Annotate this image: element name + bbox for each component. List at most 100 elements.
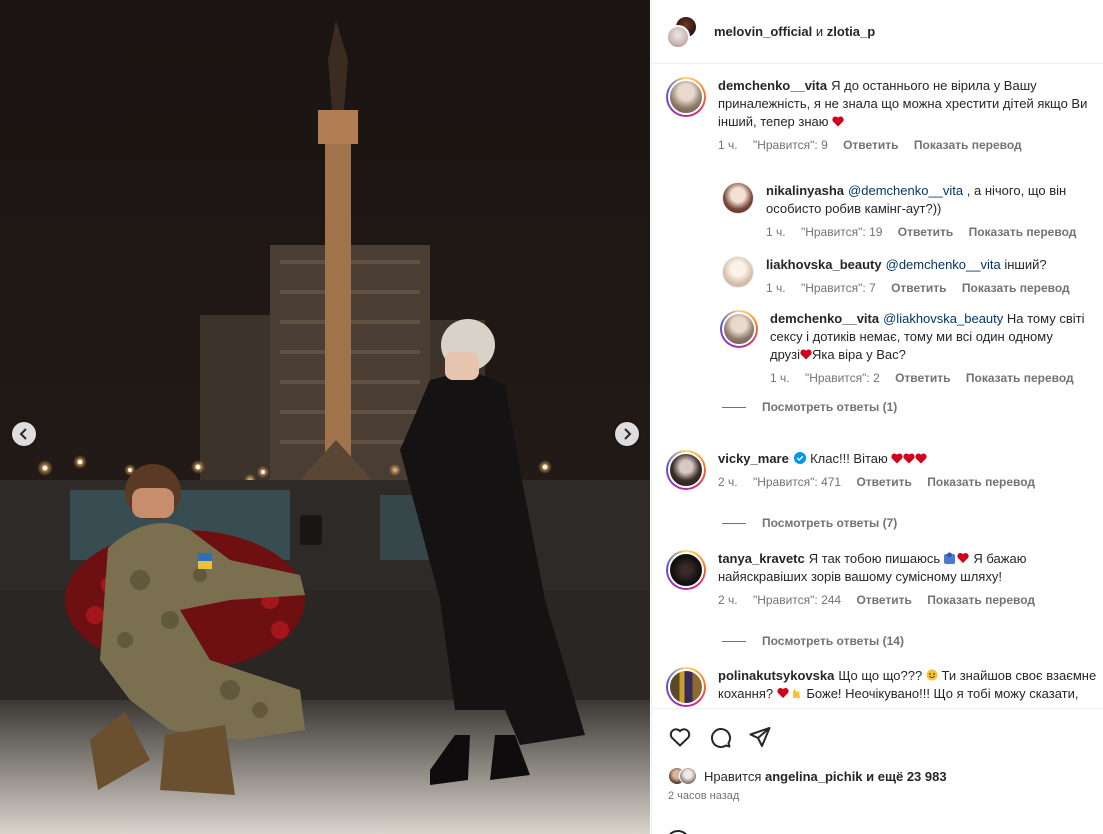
comment-line: друзі	[770, 347, 801, 362]
authors-conjunction: и	[815, 24, 824, 39]
comment-text: demchenko__vita Я до останнього не вірила…	[718, 77, 1098, 131]
coauthor-username[interactable]: zlotia_p	[827, 24, 875, 39]
reply-button[interactable]: Ответить	[843, 138, 898, 152]
reply-button[interactable]: Ответить	[898, 225, 953, 239]
translate-button[interactable]: Показать перевод	[962, 281, 1070, 295]
comment-text: vicky_mare Клас!!! Вітаю	[718, 450, 1098, 468]
likers-avatars[interactable]	[668, 767, 698, 785]
comment-line: найяскравіших зорів вашому сумісному шля…	[718, 569, 1002, 584]
smiling-face-emoji-icon	[926, 669, 938, 681]
current-user-avatar	[666, 830, 690, 834]
comment-mention[interactable]: @liakhovska_beauty	[883, 311, 1003, 326]
comment-time[interactable]: 2 ч.	[718, 593, 738, 607]
comment-time[interactable]: 1 ч.	[766, 281, 786, 295]
comment-line: сексу і дотиків немає, тому ми всі один …	[770, 329, 1053, 344]
previous-photo-button[interactable]	[12, 422, 36, 446]
comment-text: liakhovska_beauty @demchenko__vita інший?	[766, 256, 1103, 274]
comment-username[interactable]: vicky_mare	[718, 451, 789, 466]
verified-badge-icon	[794, 452, 807, 464]
comment-text: nikalinyasha @demchenko__vita , а нічого,…	[766, 182, 1103, 218]
view-replies-button[interactable]: Посмотреть ответы (1)	[722, 400, 897, 414]
comment-line: інший?	[1004, 257, 1047, 272]
comment-likes[interactable]: "Нравится": 19	[801, 225, 883, 239]
comment-time[interactable]: 2 ч.	[718, 475, 738, 489]
post-authors: melovin_official и zlotia_p	[714, 24, 875, 39]
comment-mention[interactable]: @demchenko__vita	[848, 183, 963, 198]
avatar[interactable]	[666, 77, 706, 117]
view-replies-button[interactable]: Посмотреть ответы (14)	[722, 634, 904, 648]
avatar	[666, 24, 690, 49]
paper-plane-icon[interactable]	[748, 725, 772, 749]
next-photo-button[interactable]	[615, 422, 639, 446]
reply-button[interactable]: Ответить	[856, 593, 911, 607]
comment-likes[interactable]: "Нравится": 2	[805, 371, 880, 385]
collab-avatars[interactable]	[666, 14, 700, 49]
comment-time[interactable]: 1 ч.	[770, 371, 790, 385]
comment-username[interactable]: demchenko__vita	[770, 311, 879, 326]
post-actions: Нравится angelina_pichik и ещё 23 983 2 …	[652, 708, 1103, 834]
reply-button[interactable]: Ответить	[891, 281, 946, 295]
comment-line: особисто робив камінг-аут?))	[766, 201, 942, 216]
comment-likes[interactable]: "Нравится": 7	[801, 281, 876, 295]
comment-text: demchenko__vita @liakhovska_beauty На том…	[770, 310, 1103, 364]
comment-reply: demchenko__vita @liakhovska_beauty На том…	[720, 310, 1103, 385]
reply-button[interactable]: Ответить	[895, 371, 950, 385]
comment-likes[interactable]: "Нравится": 471	[753, 475, 841, 489]
avatar[interactable]	[666, 550, 706, 590]
likes-prefix: Нравится	[704, 768, 762, 784]
translate-button[interactable]: Показать перевод	[927, 593, 1035, 607]
comment-line: Боже! Неочікувано!!! Що я тобі можу сказ…	[806, 686, 1079, 701]
translate-button[interactable]: Показать перевод	[927, 475, 1035, 489]
comment: polinakutsykovska Що що що??? Ти знайшов …	[666, 667, 1098, 707]
chevron-left-icon	[19, 428, 27, 440]
post-header: melovin_official и zlotia_p	[652, 0, 1103, 64]
reply-button[interactable]: Ответить	[856, 475, 911, 489]
comment-likes[interactable]: "Нравится": 9	[753, 138, 828, 152]
heart-and-hand-emoji-icon	[777, 688, 800, 698]
comment-line: Клас!!! Вітаю	[810, 451, 888, 466]
speech-bubble-icon[interactable]	[708, 725, 732, 749]
comment-time[interactable]: 1 ч.	[766, 225, 786, 239]
comment-text: tanya_kravetc Я так тобою пишаюсь Я бажаю…	[718, 550, 1098, 586]
avatar[interactable]	[722, 256, 754, 288]
comment-line: Що що що???	[838, 668, 923, 683]
comment-username[interactable]: polinakutsykovska	[718, 668, 834, 683]
translate-button[interactable]: Показать перевод	[914, 138, 1022, 152]
likes-count[interactable]: и ещё 23 983	[866, 769, 946, 784]
divider-line	[722, 522, 746, 524]
comment-mention[interactable]: @demchenko__vita	[886, 257, 1001, 272]
translate-button[interactable]: Показать перевод	[966, 371, 1074, 385]
likes-summary: Нравится angelina_pichik и ещё 23 983	[668, 767, 947, 785]
avatar[interactable]	[666, 450, 706, 490]
couple-and-heart-emoji-icon	[943, 552, 969, 564]
comment-line: кохання?	[718, 686, 774, 701]
author-username[interactable]: melovin_official	[714, 24, 812, 39]
comment-line: На тому світі	[1006, 311, 1085, 326]
avatar[interactable]	[722, 182, 754, 214]
avatar[interactable]	[666, 667, 706, 707]
comment-username[interactable]: tanya_kravetc	[718, 551, 805, 566]
comment: demchenko__vita Я до останнього не вірила…	[666, 77, 1098, 152]
comment-username[interactable]: demchenko__vita	[718, 78, 827, 93]
photo-scene	[0, 0, 650, 834]
heart-outline-icon[interactable]	[668, 725, 692, 749]
comment-time[interactable]: 1 ч.	[718, 138, 738, 152]
comment-reply: liakhovska_beauty @demchenko__vita інший?…	[722, 256, 1103, 295]
liker-username[interactable]: angelina_pichik	[765, 769, 863, 784]
divider-line	[722, 406, 746, 408]
comment-line: Я так тобою пишаюсь	[808, 551, 941, 566]
comment: tanya_kravetc Я так тобою пишаюсь Я бажаю…	[666, 550, 1098, 607]
comment-likes[interactable]: "Нравится": 244	[753, 593, 841, 607]
translate-button[interactable]: Показать перевод	[969, 225, 1077, 239]
comment-username[interactable]: nikalinyasha	[766, 183, 844, 198]
comment-line: , а нічого, що він	[966, 183, 1067, 198]
post-side-panel: melovin_official и zlotia_p demchenko__v…	[651, 0, 1103, 834]
comment-line: Я бажаю	[973, 551, 1027, 566]
post-time[interactable]: 2 часов назад	[668, 790, 739, 802]
comment-line: приналежність, я не знала що можна хрест…	[718, 96, 1088, 111]
view-replies-button[interactable]: Посмотреть ответы (7)	[722, 516, 897, 530]
red-hearts-emoji-icon	[891, 453, 928, 464]
comment-username[interactable]: liakhovska_beauty	[766, 257, 882, 272]
avatar	[679, 767, 697, 785]
avatar[interactable]	[720, 310, 758, 348]
